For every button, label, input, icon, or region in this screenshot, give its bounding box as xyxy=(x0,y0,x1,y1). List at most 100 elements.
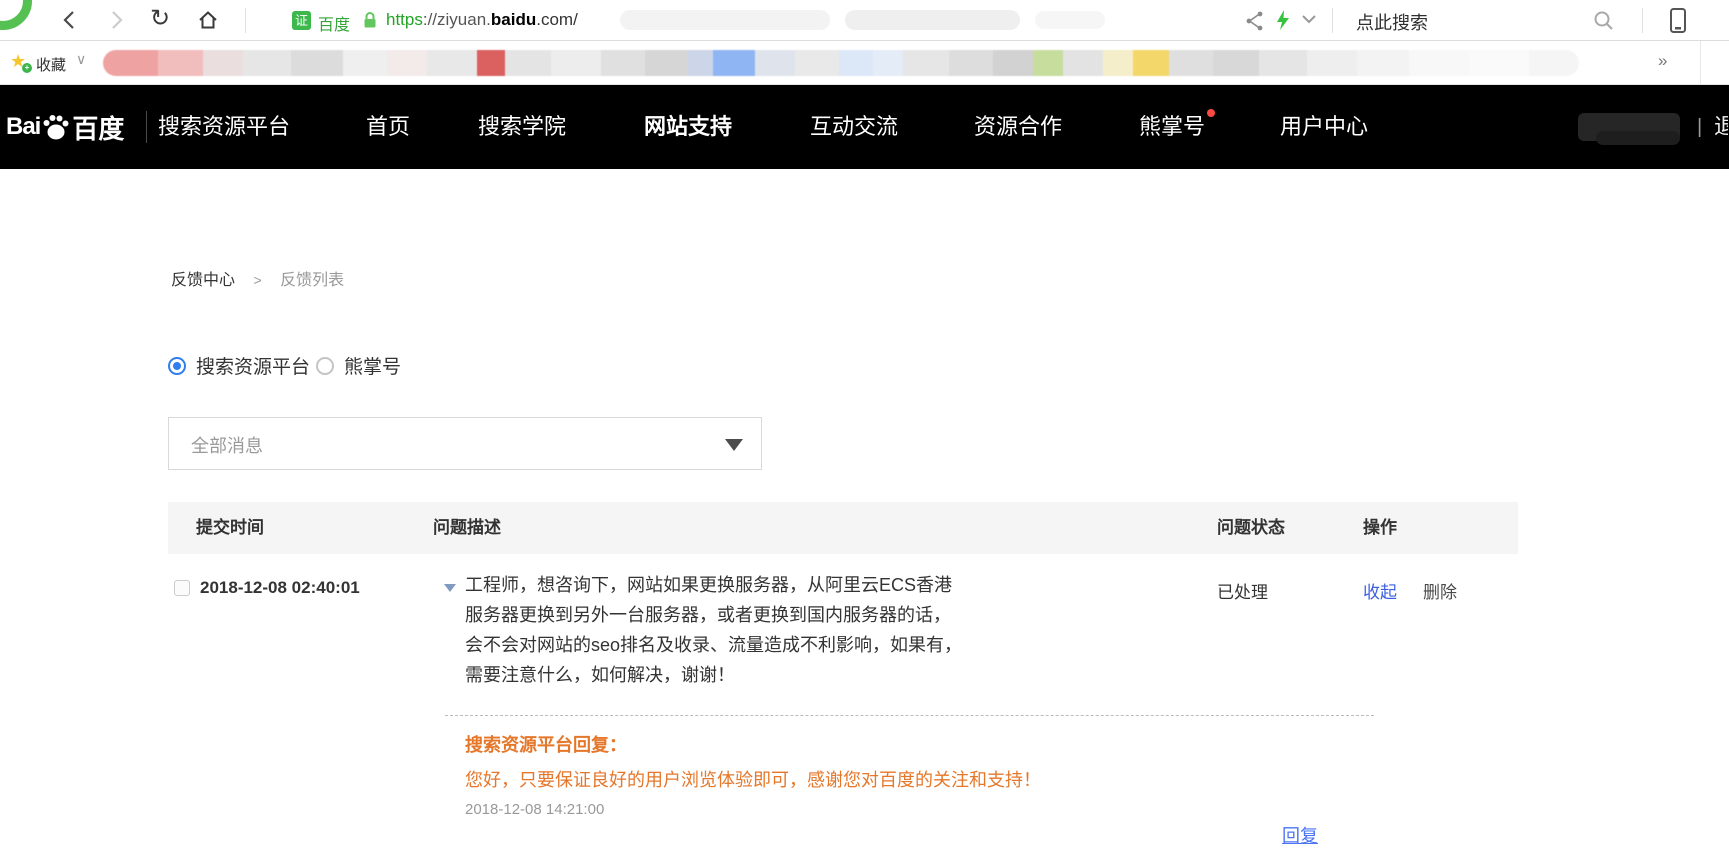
toolbar-divider xyxy=(1642,8,1643,33)
bookmark-item[interactable] xyxy=(949,50,993,76)
back-button[interactable] xyxy=(58,8,82,32)
bookmark-item[interactable] xyxy=(1103,50,1133,76)
favorites-chevron-icon[interactable]: ∨ xyxy=(76,51,86,68)
browser-toolbar: ↻ 证 百度 https://ziyuan.baidu.com/ 点此搜索 xyxy=(0,0,1729,41)
row-checkbox[interactable] xyxy=(174,580,190,596)
nav-item-label: 熊掌号 xyxy=(1139,114,1205,139)
feedback-table-row: 2018-12-08 02:40:01 工程师，想咨询下，网站如果更换服务器，从… xyxy=(168,554,1518,863)
row-submit-time: 2018-12-08 02:40:01 xyxy=(200,578,360,598)
bookmark-item[interactable] xyxy=(551,50,601,76)
browser-window: ↻ 证 百度 https://ziyuan.baidu.com/ 点此搜索 xyxy=(0,0,1729,863)
nav-divider: | xyxy=(1697,85,1702,169)
notification-dot xyxy=(1207,109,1215,117)
bookmark-item[interactable] xyxy=(1063,50,1103,76)
platform-title: 搜索资源平台 xyxy=(158,85,290,169)
collapse-triangle-icon[interactable] xyxy=(444,584,456,592)
reply-body: 您好，只要保证良好的用户浏览体验即可，感谢您对百度的关注和支持！ xyxy=(465,766,1374,792)
breadcrumb-feedback-list: 反馈列表 xyxy=(280,272,344,289)
message-type-dropdown[interactable]: 全部消息 xyxy=(168,417,762,470)
share-icon[interactable] xyxy=(1243,9,1267,33)
bookmark-item[interactable] xyxy=(387,50,427,76)
bookmark-item[interactable] xyxy=(243,50,291,76)
nav-item-home[interactable]: 首页 xyxy=(366,85,410,169)
home-button[interactable] xyxy=(196,8,220,32)
bookmark-item[interactable] xyxy=(158,50,203,76)
toolbar-divider xyxy=(1332,8,1333,33)
search-icon[interactable] xyxy=(1592,9,1616,33)
row-status: 已处理 xyxy=(1217,578,1268,603)
search-input[interactable]: 点此搜索 xyxy=(1356,9,1428,35)
bookmark-item[interactable] xyxy=(1469,50,1529,76)
url-redaction xyxy=(1035,11,1105,29)
bookmark-item[interactable] xyxy=(1409,50,1469,76)
collapse-link[interactable]: 收起 xyxy=(1363,578,1397,603)
bookmark-item[interactable] xyxy=(713,50,755,76)
reply-link[interactable]: 回复 xyxy=(1282,822,1318,848)
forward-button[interactable] xyxy=(104,8,128,32)
dropdown-value: 全部消息 xyxy=(191,432,263,458)
site-verify-label[interactable]: 百度 xyxy=(318,11,350,35)
bookmark-item[interactable] xyxy=(203,50,243,76)
radio-search-platform[interactable] xyxy=(168,357,186,375)
bookmark-item[interactable] xyxy=(839,50,873,76)
browser-logo xyxy=(0,0,32,30)
bookmark-item[interactable] xyxy=(903,50,949,76)
bookmark-item[interactable] xyxy=(505,50,551,76)
source-filter: 搜索资源平台 熊掌号 xyxy=(168,352,407,379)
bookmark-item[interactable] xyxy=(1529,50,1579,76)
radio-search-platform-label[interactable]: 搜索资源平台 xyxy=(196,352,310,379)
speed-mode-icon[interactable] xyxy=(1271,8,1295,32)
reply-timestamp: 2018-12-08 14:21:00 xyxy=(465,801,1374,818)
header-status: 问题状态 xyxy=(1217,502,1285,554)
breadcrumb-feedback-center[interactable]: 反馈中心 xyxy=(171,272,235,289)
site-navbar: Bai 百度 搜索资源平台 首页 搜索学院 网站支持 互动交流 资源合作 熊掌号… xyxy=(0,85,1729,169)
dropdown-arrow-icon xyxy=(725,439,743,451)
address-bar[interactable]: https://ziyuan.baidu.com/ xyxy=(386,10,578,30)
nav-item-site-support[interactable]: 网站支持 xyxy=(644,85,732,169)
bookmark-item[interactable] xyxy=(343,50,387,76)
bookmark-item[interactable] xyxy=(103,50,158,76)
bookmark-item[interactable] xyxy=(993,50,1033,76)
bookmarks-overflow-button[interactable]: » xyxy=(1658,51,1667,71)
bookmark-item[interactable] xyxy=(1307,50,1357,76)
refresh-button[interactable]: ↻ xyxy=(150,7,174,31)
nav-item-clipped[interactable]: 退 xyxy=(1714,85,1728,169)
bookmark-item[interactable] xyxy=(1169,50,1213,76)
baidu-paw-icon xyxy=(41,112,71,142)
mobile-icon[interactable] xyxy=(1666,7,1690,31)
nav-item-user-center[interactable]: 用户中心 xyxy=(1280,85,1368,169)
bookmark-item[interactable] xyxy=(427,50,477,76)
bookmark-item[interactable] xyxy=(1213,50,1259,76)
toolbar-divider xyxy=(245,8,246,33)
favorites-label[interactable]: 收藏 xyxy=(36,54,66,75)
lock-icon xyxy=(362,11,378,30)
bookmark-item[interactable] xyxy=(1259,50,1307,76)
bookmark-item[interactable] xyxy=(1033,50,1063,76)
brand-divider xyxy=(146,111,147,143)
nav-item-xiongzhang[interactable]: 熊掌号 xyxy=(1139,85,1205,169)
baidu-logo[interactable]: Bai 百度 xyxy=(6,85,124,169)
nav-item-interaction[interactable]: 互动交流 xyxy=(810,85,898,169)
bookmark-item[interactable] xyxy=(601,50,645,76)
bookmark-item[interactable] xyxy=(291,50,343,76)
bookmark-item[interactable] xyxy=(795,50,839,76)
feedback-table-header: 提交时间 问题描述 问题状态 操作 xyxy=(168,502,1518,554)
bookmarks-bar: ★ + 收藏 ∨ » xyxy=(0,41,1729,85)
bookmark-item[interactable] xyxy=(873,50,903,76)
bookmark-item[interactable] xyxy=(645,50,687,76)
chevron-down-icon[interactable] xyxy=(1299,12,1323,36)
breadcrumb: 反馈中心 > 反馈列表 xyxy=(171,266,344,290)
bookmark-item[interactable] xyxy=(755,50,795,76)
bookmark-item[interactable] xyxy=(1133,50,1169,76)
radio-xiongzhang[interactable] xyxy=(316,357,334,375)
nav-item-cooperation[interactable]: 资源合作 xyxy=(974,85,1062,169)
nav-item-academy[interactable]: 搜索学院 xyxy=(478,85,566,169)
baidu-logo-cn: 百度 xyxy=(72,109,124,146)
bookmark-item[interactable] xyxy=(687,50,713,76)
certificate-badge[interactable]: 证 xyxy=(292,11,311,30)
radio-xiongzhang-label[interactable]: 熊掌号 xyxy=(344,352,401,379)
delete-link[interactable]: 删除 xyxy=(1423,578,1457,603)
favorites-add-icon: + xyxy=(22,63,32,73)
bookmark-item[interactable] xyxy=(1357,50,1409,76)
bookmark-item[interactable] xyxy=(477,50,505,76)
